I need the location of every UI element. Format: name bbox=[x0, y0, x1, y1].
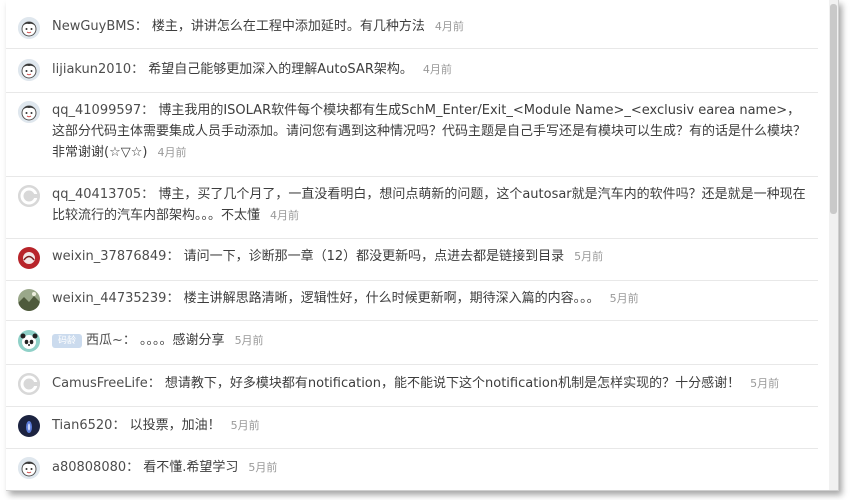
scrollbar-thumb[interactable] bbox=[830, 4, 837, 214]
comment-list-panel: NewGuyBMS： 楼主，讲讲怎么在工程中添加延时。有几种方法 4月前 liji… bbox=[6, 0, 839, 491]
comment-time: 4月前 bbox=[157, 146, 187, 159]
cartoon-boy-icon[interactable] bbox=[18, 457, 40, 479]
comment-time: 5月前 bbox=[234, 334, 264, 347]
comment-time: 5月前 bbox=[574, 250, 604, 263]
comment-item: weixin_37876849： 请问一下，诊断那一章（12）都没更新吗，点进去… bbox=[6, 238, 818, 281]
comment-username[interactable]: qq_40413705 bbox=[52, 187, 141, 202]
comment-username[interactable]: weixin_37876849 bbox=[52, 249, 166, 264]
red-photo-icon[interactable] bbox=[18, 247, 40, 269]
comment-text: 想请教下，好多模块都有notification，能不能说下这个notificat… bbox=[164, 376, 741, 391]
comment-item: a80808080： 看不懂.希望学习 5月前 bbox=[6, 448, 818, 490]
comment-item: 码龄 西瓜~： 。。。。感谢分享 5月前 bbox=[6, 320, 818, 365]
comment-username[interactable]: lijiakun2010 bbox=[52, 62, 131, 77]
comment-username[interactable]: a80808080 bbox=[52, 460, 126, 475]
comment-item: lijiakun2010： 希望自己能够更加深入的理解AutoSAR架构。 4月前 bbox=[6, 48, 818, 93]
comment-text: 请问一下，诊断那一章（12）都没更新吗，点进去都是链接到目录 bbox=[183, 249, 565, 264]
scrollbar[interactable] bbox=[829, 0, 838, 490]
comment-text: 。。。。感谢分享 bbox=[140, 333, 225, 348]
comment-username[interactable]: Tian6520 bbox=[52, 418, 112, 433]
comment-item: qq_41099597： 博主我用的ISOLAR软件每个模块都有生成SchM_E… bbox=[6, 92, 818, 177]
comment-text: 希望自己能够更加深入的理解AutoSAR架构。 bbox=[148, 62, 413, 77]
comment-username[interactable]: weixin_44735239 bbox=[52, 291, 166, 306]
comment-username[interactable]: NewGuyBMS bbox=[52, 19, 135, 34]
comment-time: 5月前 bbox=[750, 377, 780, 390]
comment-time: 5月前 bbox=[248, 461, 278, 474]
comment-item: CamusFreeLife： 想请教下，好多模块都有notification，能… bbox=[6, 364, 818, 407]
cartoon-boy-icon[interactable] bbox=[18, 101, 40, 123]
comment-text: 以投票，加油！ bbox=[129, 418, 221, 433]
cartoon-boy-icon[interactable] bbox=[18, 59, 40, 81]
comment-time: 4月前 bbox=[434, 20, 464, 33]
c-logo-icon[interactable] bbox=[18, 373, 40, 395]
panda-icon[interactable] bbox=[18, 330, 40, 352]
comment-username[interactable]: CamusFreeLife bbox=[52, 376, 148, 391]
comment-time: 5月前 bbox=[230, 419, 260, 432]
comment-text: 看不懂.希望学习 bbox=[143, 460, 239, 475]
comment-text: 博主，买了几个月了，一直没看明白，想问点萌新的问题，这个autosar就是汽车内… bbox=[52, 187, 806, 223]
comment-username[interactable]: 西瓜~ bbox=[86, 333, 123, 348]
comment-username[interactable]: qq_41099597 bbox=[52, 103, 141, 118]
comment-time: 4月前 bbox=[422, 63, 452, 76]
comment-item: Tian6520： 以投票，加油！ 5月前 bbox=[6, 406, 818, 449]
comment-text: 楼主讲解思路清晰，逻辑性好，什么时候更新啊，期待深入篇的内容。。。 bbox=[183, 291, 600, 306]
landscape-photo-icon[interactable] bbox=[18, 289, 40, 311]
comment-time: 5月前 bbox=[609, 292, 639, 305]
cartoon-boy-icon[interactable] bbox=[18, 17, 40, 39]
comment-item: weixin_44735239： 楼主讲解思路清晰，逻辑性好，什么时候更新啊，期… bbox=[6, 280, 818, 321]
user-badge: 码龄 bbox=[52, 333, 82, 348]
comment-item: qq_40413705： 博主，买了几个月了，一直没看明白，想问点萌新的问题，这… bbox=[6, 176, 818, 239]
comment-time: 4月前 bbox=[270, 209, 300, 222]
comment-item: NewGuyBMS： 楼主，讲讲怎么在工程中添加延时。有几种方法 4月前 bbox=[6, 0, 818, 49]
dark-photo-icon[interactable] bbox=[18, 415, 40, 437]
c-logo-icon[interactable] bbox=[18, 185, 40, 207]
comment-text: 楼主，讲讲怎么在工程中添加延时。有几种方法 bbox=[151, 19, 425, 34]
